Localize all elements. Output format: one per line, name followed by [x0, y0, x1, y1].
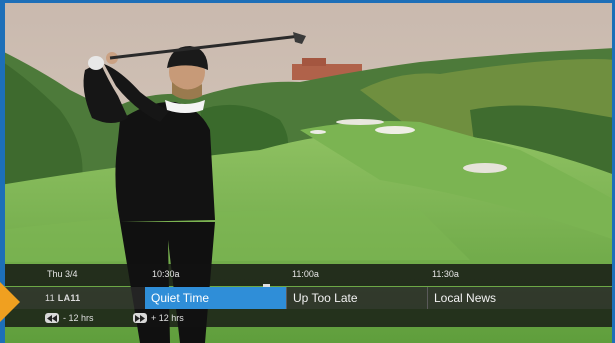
selection-pointer-arrow: [0, 282, 20, 322]
forward-12-hours-label: + 12 hrs: [151, 313, 184, 323]
program-title: Up Too Late: [293, 291, 358, 305]
back-12-hours-button[interactable]: - 12 hrs: [45, 312, 94, 324]
guide-nav-bar: - 12 hrs + 12 hrs: [5, 309, 612, 327]
back-12-hours-label: - 12 hrs: [63, 313, 94, 323]
program-title: Local News: [434, 291, 497, 305]
channel-row[interactable]: 11 LA11 Quiet Time Up Too Late Local New…: [5, 287, 612, 309]
channel-label: 11 LA11: [45, 293, 80, 303]
program-cell-quiet-time[interactable]: Quiet Time: [145, 287, 286, 309]
time-slot-label: 10:30a: [152, 269, 180, 279]
channel-number: 11: [45, 293, 55, 303]
guide-time-header: Thu 3/4 10:30a 11:00a 11:30a: [5, 264, 612, 289]
tv-screen: Thu 3/4 10:30a 11:00a 11:30a 11 LA11 Qui…: [0, 0, 615, 343]
channel-name: LA11: [57, 293, 81, 303]
guide-date: Thu 3/4: [47, 269, 78, 279]
fast-forward-icon: [133, 313, 147, 323]
forward-12-hours-button[interactable]: + 12 hrs: [133, 312, 184, 324]
time-slot-label: 11:00a: [292, 269, 319, 279]
program-cell-up-too-late[interactable]: Up Too Late: [286, 287, 427, 309]
time-slot-label: 11:30a: [432, 269, 459, 279]
program-title: Quiet Time: [151, 291, 210, 305]
program-guide: Thu 3/4 10:30a 11:00a 11:30a 11 LA11 Qui…: [5, 264, 612, 327]
focus-border-top: [0, 0, 615, 3]
rewind-icon: [45, 313, 59, 323]
program-cell-local-news[interactable]: Local News: [427, 287, 612, 309]
